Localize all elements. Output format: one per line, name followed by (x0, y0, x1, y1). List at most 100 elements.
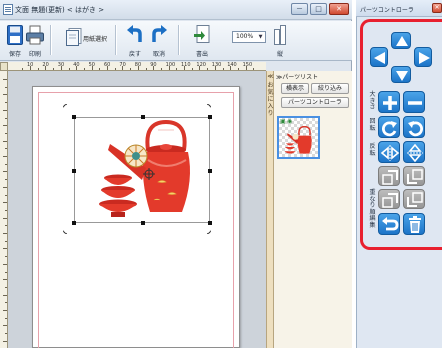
ruler-tick (3, 171, 7, 173)
ruler-tick (5, 163, 7, 165)
chevron-down-icon[interactable]: ▼ (256, 32, 265, 42)
ruler-tick-label: 60 (104, 62, 111, 68)
send-to-back-button[interactable] (403, 189, 425, 209)
order-label: 重なり順 (369, 189, 376, 216)
flip-horizontal-button[interactable] (378, 141, 400, 163)
toolbar: 保存 印刷 用紙選択 戻す 取消 書出 100% ▼ 縦 (0, 21, 352, 61)
layer-backward-icon (407, 169, 423, 184)
export-button[interactable]: 書出 (189, 23, 215, 58)
toolbar-separator (50, 25, 51, 55)
move-up-button[interactable] (391, 32, 411, 49)
ruler-tick (5, 240, 7, 242)
send-backward-button[interactable] (403, 166, 425, 186)
collapse-toggle-icon[interactable]: ≪ (267, 73, 274, 80)
maximize-button[interactable]: □ (310, 3, 327, 15)
ruler-tick-label: 20 (42, 62, 49, 68)
export-icon (194, 25, 210, 47)
filter-button[interactable]: 絞り込み (311, 83, 349, 94)
ruler-tick (3, 325, 7, 327)
move-left-button[interactable] (370, 47, 388, 67)
parts-list-title[interactable]: ≫パーツリスト (276, 72, 318, 81)
ruler-tick (5, 179, 7, 181)
rotate-clockwise-icon (382, 121, 397, 137)
trash-icon (409, 216, 421, 233)
paper-select-label: 用紙選択 (83, 36, 108, 43)
ruler-tick (3, 217, 7, 219)
app-icon (3, 4, 13, 15)
resize-handle[interactable] (141, 115, 145, 119)
resize-handle[interactable] (72, 221, 76, 225)
ruler-tick (5, 102, 7, 104)
parts-controller-title: パーツコントローラ (360, 7, 414, 14)
ruler-tick-label: 140 (227, 62, 237, 68)
layer-front-icon (382, 193, 398, 208)
ruler-tick (5, 209, 7, 211)
vertical-ruler (0, 71, 8, 348)
paper-select-icon (66, 28, 82, 48)
ruler-tick (3, 248, 7, 250)
ruler-tick-label: 150 (242, 62, 253, 68)
paper-select-button[interactable]: 用紙選択 (63, 23, 111, 58)
bring-to-front-button[interactable] (378, 189, 400, 209)
ruler-tick (3, 140, 7, 142)
ruler-tick (3, 94, 7, 96)
ruler-tick (5, 132, 7, 134)
ruler-tick (114, 68, 116, 70)
ruler-tick (99, 68, 101, 70)
ruler-tick (83, 68, 85, 70)
lock-icon[interactable]: ▣ (280, 119, 286, 125)
move-down-button[interactable] (391, 66, 411, 83)
ruler-tick (53, 68, 55, 70)
ruler-tick (3, 310, 7, 311)
flip-horizontal-icon (380, 145, 400, 161)
sake-set-clipart[interactable] (96, 119, 206, 222)
resize-handle[interactable] (208, 115, 212, 119)
save-button[interactable]: 保存 (6, 23, 24, 58)
shrink-button[interactable] (403, 91, 425, 113)
undo-label: 戻す (128, 51, 141, 58)
eye-icon[interactable]: ◉ (287, 119, 292, 125)
ruler-tick (237, 68, 239, 70)
redo-icon (150, 25, 168, 47)
part-thumbnail[interactable]: ▣ ◉ (277, 116, 320, 159)
rotate-right-button[interactable] (378, 116, 400, 138)
ruler-tick (5, 271, 7, 273)
ruler-tick-label: 120 (196, 62, 206, 68)
arrow-down-icon (396, 71, 408, 81)
ruler-tick (176, 68, 178, 70)
redo-label: 取消 (152, 51, 165, 58)
favorites-tab-label[interactable]: お気に入り (267, 82, 274, 117)
flip-vertical-button[interactable] (403, 141, 425, 163)
parts-controller-button[interactable]: パーツコントローラ (281, 97, 349, 108)
redo-button[interactable]: 取消 (148, 23, 170, 58)
ruler-tick (3, 340, 7, 342)
ruler-tick (5, 256, 7, 258)
rotate-label: 回転 (369, 118, 376, 132)
enlarge-button[interactable] (378, 91, 400, 113)
resize-handle[interactable] (72, 115, 76, 119)
arrow-up-icon (396, 36, 408, 46)
resize-handle[interactable] (208, 221, 212, 225)
resize-handle[interactable] (208, 169, 212, 173)
flip-label: 反転 (369, 143, 376, 157)
close-button[interactable]: ✕ (329, 3, 349, 15)
ruler-tick (3, 109, 7, 111)
print-button[interactable]: 印刷 (26, 23, 44, 58)
ruler-tick (3, 79, 7, 80)
rotate-left-button[interactable] (403, 116, 425, 138)
undo-edit-button[interactable] (378, 213, 400, 235)
ruler-tick-label: 130 (211, 62, 222, 68)
horizontal-ruler: 10 20 30 40 50 60 70 80 90 100 110 120 130 140 150 (8, 62, 266, 71)
vertical-layout-button[interactable]: 縦 (272, 23, 288, 58)
horizontal-view-button[interactable]: 横表示 (281, 83, 309, 94)
layer-back-icon (407, 192, 423, 207)
delete-button[interactable] (403, 213, 425, 235)
print-label: 印刷 (28, 51, 41, 58)
move-right-button[interactable] (414, 47, 432, 67)
minimize-button[interactable]: － (291, 3, 308, 15)
bring-forward-button[interactable] (378, 166, 400, 186)
size-label: 大きさ (369, 91, 376, 111)
undo-button[interactable]: 戻す (124, 23, 146, 58)
resize-handle[interactable] (72, 169, 76, 173)
parts-controller-close-button[interactable]: ✕ (432, 3, 442, 13)
